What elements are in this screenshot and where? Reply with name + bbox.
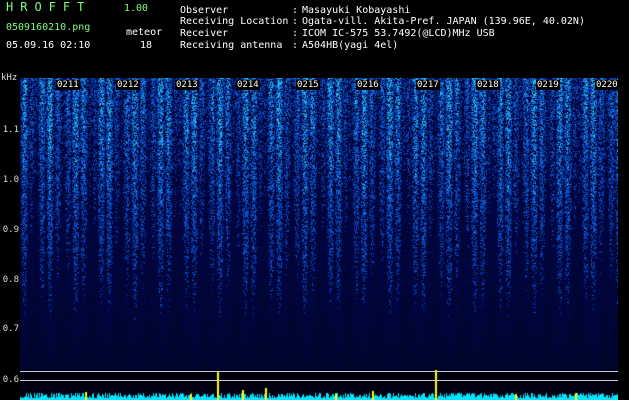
time-label: 0218 xyxy=(476,80,500,90)
info-value: ICOM IC-575 53.7492(@LCD)MHz USB xyxy=(302,28,495,39)
y-tick-label: 0.7 xyxy=(2,324,19,334)
spectrogram xyxy=(20,78,618,400)
reference-line xyxy=(20,380,618,381)
meteor-count: 18 xyxy=(140,40,153,51)
time-label: 0213 xyxy=(175,80,199,90)
frequency-unit: kHz xyxy=(1,73,18,83)
info-colon: : xyxy=(292,16,299,27)
y-tick-label: 1.0 xyxy=(2,175,19,185)
info-value: A504HB(yagi 4el) xyxy=(302,40,399,51)
app-title: HROFFT xyxy=(6,0,92,14)
info-colon: : xyxy=(292,28,299,39)
info-colon: : xyxy=(292,40,299,51)
y-tick-label: 0.8 xyxy=(2,275,19,285)
y-tick-label: 1.1 xyxy=(2,125,19,135)
spectrogram-canvas xyxy=(20,78,618,400)
y-tick-label: 0.9 xyxy=(2,225,19,235)
time-label: 0214 xyxy=(236,80,260,90)
info-receiver: Receiver: ICOM IC-575 53.7492(@LCD)MHz US… xyxy=(180,28,495,40)
time-label: 0215 xyxy=(296,80,320,90)
time-label: 0216 xyxy=(356,80,380,90)
info-value: Ogata-vill. Akita-Pref. JAPAN (139.96E, … xyxy=(302,16,585,27)
reference-line xyxy=(20,371,618,372)
info-value: Masayuki Kobayashi xyxy=(302,5,411,16)
time-label: 0219 xyxy=(536,80,560,90)
time-label: 0220 xyxy=(595,80,619,90)
info-location: Receiving Location: Ogata-vill. Akita-Pre… xyxy=(180,16,585,28)
time-label: 0217 xyxy=(416,80,440,90)
app-version: 1.00 xyxy=(124,3,149,14)
y-tick-label: 0.6 xyxy=(2,375,19,385)
meteor-label: meteor xyxy=(126,27,163,38)
capture-datetime: 05.09.16 02:10 xyxy=(6,40,91,51)
info-key: Receiver xyxy=(180,28,229,39)
time-label: 0212 xyxy=(116,80,140,90)
time-label: 0211 xyxy=(56,80,80,90)
info-key: Receiving Location xyxy=(180,16,289,27)
info-antenna: Receiving antenna: A504HB(yagi 4el) xyxy=(180,40,398,52)
info-key: Receiving antenna xyxy=(180,40,283,51)
file-name: 0509160210.png xyxy=(6,22,91,33)
